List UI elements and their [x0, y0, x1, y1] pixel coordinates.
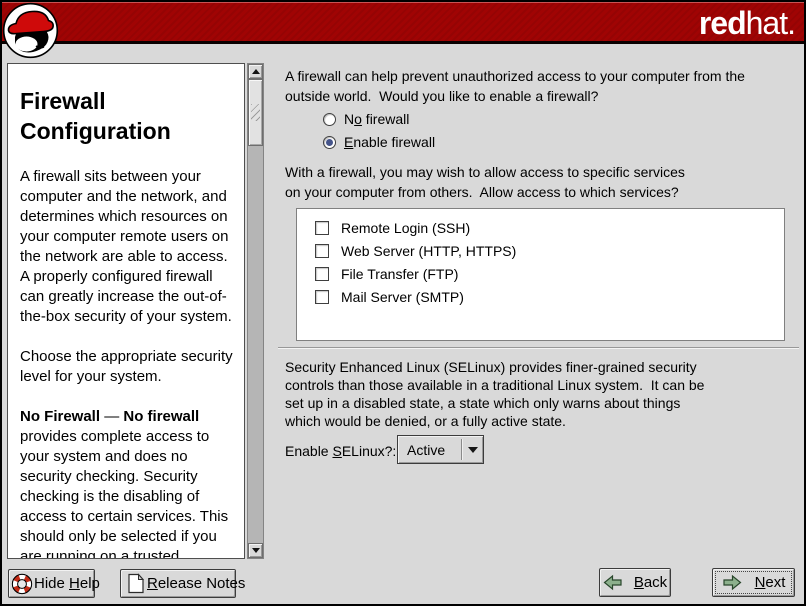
dropdown-arrow-area[interactable] [463, 447, 483, 453]
radio-enable-firewall[interactable]: Enable firewall [323, 133, 435, 151]
scroll-up-button[interactable] [248, 64, 263, 79]
wordmark-dot: . [787, 5, 795, 41]
radio-no-firewall-label[interactable]: No firewall [344, 111, 409, 127]
selinux-dropdown-value[interactable]: Active [398, 442, 461, 458]
radio-no-firewall-circle[interactable] [323, 113, 336, 126]
selinux-dropdown[interactable]: Active [397, 435, 484, 464]
selinux-description: Security Enhanced Linux (SELinux) provid… [285, 358, 704, 430]
header-banner [2, 2, 804, 44]
scrollbar-thumb[interactable] [248, 79, 263, 146]
no-firewall-term-2: No firewall [123, 408, 199, 425]
document-icon [126, 573, 145, 594]
radio-enable-firewall-label[interactable]: Enable firewall [344, 134, 435, 150]
services-question-text: With a firewall, you may wish to allow a… [285, 162, 685, 202]
help-paragraph-3: No Firewall — No firewall provides compl… [20, 407, 234, 559]
section-divider [278, 347, 799, 349]
checkbox-file-transfer[interactable] [315, 267, 329, 281]
service-remote-login[interactable]: Remote Login (SSH) [315, 217, 784, 239]
selinux-line-2: controls than those available in a tradi… [285, 376, 704, 394]
service-remote-login-label[interactable]: Remote Login (SSH) [341, 220, 470, 236]
service-web-server-label[interactable]: Web Server (HTTP, HTTPS) [341, 243, 516, 259]
checkbox-mail-server[interactable] [315, 290, 329, 304]
wordmark-hat: hat [746, 5, 787, 41]
scroll-down-button[interactable] [248, 543, 263, 558]
installer-window: redhat. Firewall Configuration A firewal… [0, 0, 806, 606]
redhat-shadowman-icon [2, 2, 60, 60]
service-file-transfer-label[interactable]: File Transfer (FTP) [341, 266, 458, 282]
checkbox-web-server[interactable] [315, 244, 329, 258]
next-button[interactable]: Next [712, 568, 795, 597]
chevron-down-icon [468, 447, 478, 453]
radio-no-firewall[interactable]: No firewall [323, 110, 409, 128]
redhat-wordmark: redhat. [699, 6, 795, 40]
scroll-up-icon [252, 69, 260, 74]
back-button[interactable]: Back [599, 568, 671, 597]
checkbox-remote-login[interactable] [315, 221, 329, 235]
back-label: Back [634, 574, 667, 591]
selinux-line-3: set up in a disabled state, a state whic… [285, 394, 704, 412]
selinux-line-1: Security Enhanced Linux (SELinux) provid… [285, 358, 704, 376]
no-firewall-body: provides complete access to your system … [20, 428, 228, 559]
arrow-right-icon [722, 574, 742, 591]
services-line-2: on your computer from others. Allow acce… [285, 182, 685, 202]
intro-line-1: A firewall can help prevent unauthorized… [285, 66, 745, 86]
help-panel: Firewall Configuration A firewall sits b… [7, 63, 245, 559]
scroll-down-icon [252, 548, 260, 553]
hide-help-label: Hide Help [34, 575, 100, 592]
intro-line-2: outside world. Would you like to enable … [285, 86, 745, 106]
arrow-left-icon [603, 574, 623, 591]
dash: — [100, 408, 123, 425]
next-label: Next [755, 574, 786, 591]
services-line-1: With a firewall, you may wish to allow a… [285, 162, 685, 182]
help-panel-title: Firewall Configuration [20, 86, 234, 146]
release-notes-label: Release Notes [147, 575, 245, 592]
help-paragraph-2: Choose the appropriate security level fo… [20, 347, 234, 387]
hide-help-button[interactable]: Hide Help [8, 569, 95, 598]
wordmark-red: red [699, 5, 746, 41]
service-mail-server[interactable]: Mail Server (SMTP) [315, 286, 784, 308]
service-mail-server-label[interactable]: Mail Server (SMTP) [341, 289, 464, 305]
selinux-line-4: which would be denied, or a fully active… [285, 412, 704, 430]
enable-selinux-label: Enable SELinux?: [285, 443, 396, 459]
service-web-server[interactable]: Web Server (HTTP, HTTPS) [315, 240, 784, 262]
firewall-intro-text: A firewall can help prevent unauthorized… [285, 66, 745, 106]
no-firewall-term: No Firewall [20, 408, 100, 425]
help-scrollbar[interactable] [247, 63, 264, 559]
service-file-transfer[interactable]: File Transfer (FTP) [315, 263, 784, 285]
help-paragraph-1: A firewall sits between your computer an… [20, 167, 234, 327]
life-preserver-icon [11, 573, 33, 595]
services-list: Remote Login (SSH) Web Server (HTTP, HTT… [296, 208, 785, 341]
radio-enable-firewall-circle[interactable] [323, 136, 336, 149]
release-notes-button[interactable]: Release Notes [120, 569, 236, 598]
